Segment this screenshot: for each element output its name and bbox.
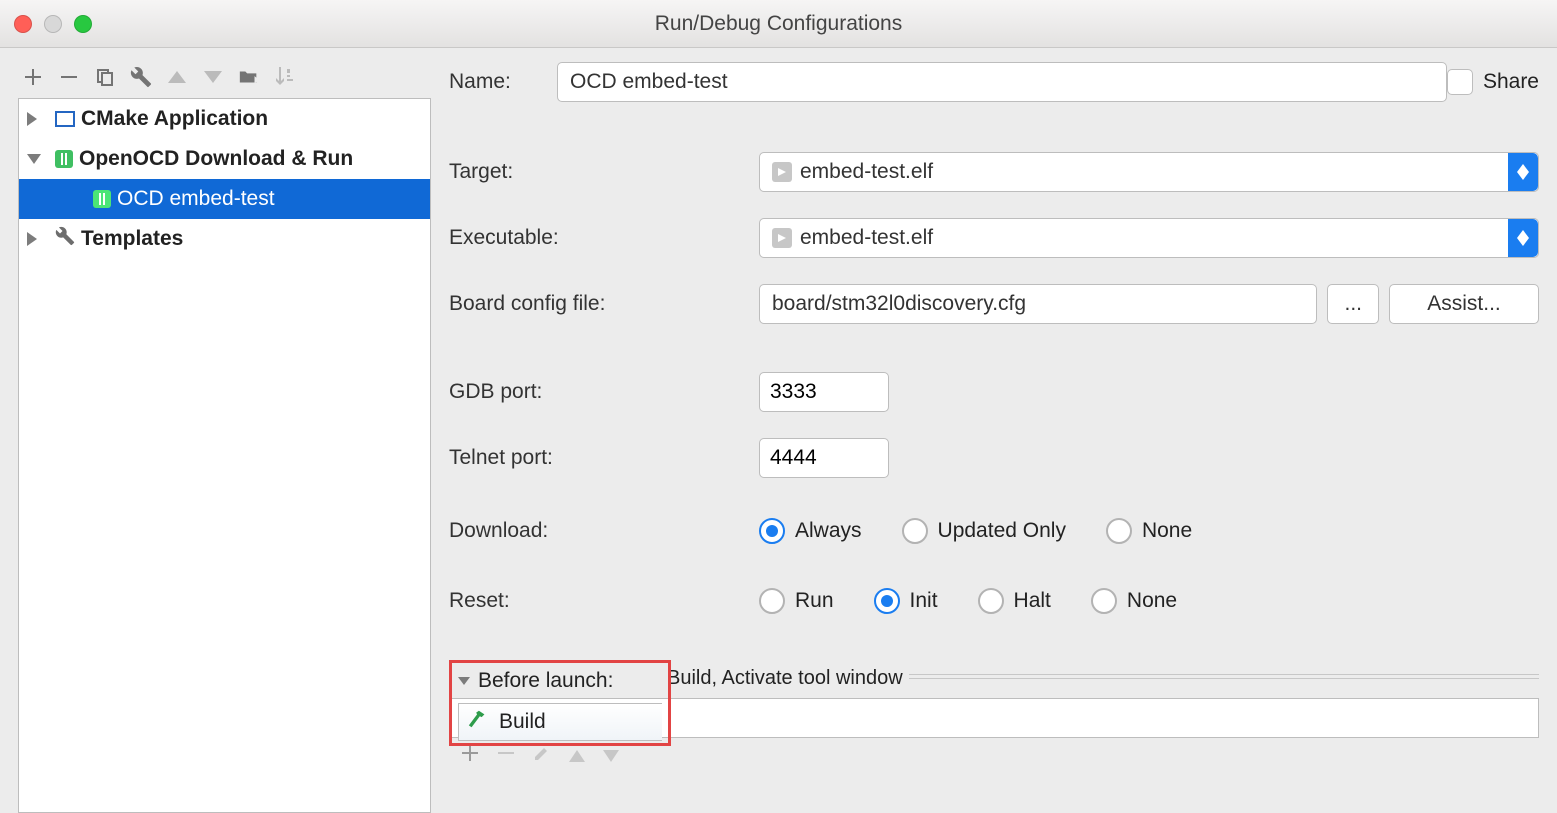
name-input[interactable] (557, 62, 1447, 102)
row-executable: Executable: embed-test.elf (449, 218, 1539, 258)
target-icon (772, 228, 792, 248)
gdb-label: GDB port: (449, 380, 759, 404)
reset-radio-run[interactable]: Run (759, 588, 834, 614)
window-close-button[interactable] (14, 15, 32, 33)
board-browse-button[interactable]: ... (1327, 284, 1379, 324)
wrench-icon (55, 226, 75, 252)
target-value: embed-test.elf (800, 160, 933, 184)
window-minimize-button[interactable] (44, 15, 62, 33)
board-config-input[interactable] (759, 284, 1317, 324)
share-checkbox[interactable] (1447, 69, 1473, 95)
config-toolbar (18, 62, 431, 98)
combo-arrows-icon (1508, 153, 1538, 191)
row-target: Target: embed-test.elf (449, 152, 1539, 192)
sort-button[interactable] (274, 66, 296, 88)
expand-icon (27, 112, 37, 126)
bl-remove-button[interactable] (497, 744, 515, 768)
highlight-box: Before launch: Build (449, 660, 671, 746)
download-radio-group: Always Updated Only None (759, 518, 1192, 544)
target-label: Target: (449, 160, 759, 184)
exec-label: Executable: (449, 226, 759, 250)
move-down-button[interactable] (202, 66, 224, 88)
row-download: Download: Always Updated Only None (449, 518, 1539, 544)
chip-icon (55, 150, 73, 168)
reset-radio-halt[interactable]: Halt (978, 588, 1051, 614)
title-bar: Run/Debug Configurations (0, 0, 1557, 48)
target-icon (772, 162, 792, 182)
combo-arrows-icon (1508, 219, 1538, 257)
before-launch-heading-full: Build, Activate tool window (659, 667, 909, 690)
hammer-icon (467, 708, 489, 736)
expand-icon (27, 232, 37, 246)
form-pane: Name: Share Target: embed-test.elf (449, 62, 1539, 813)
row-telnet-port: Telnet port: (449, 438, 1539, 478)
bl-up-button[interactable] (569, 744, 585, 768)
share-checkbox-group[interactable]: Share (1447, 69, 1539, 95)
reset-radio-init[interactable]: Init (874, 588, 938, 614)
edit-defaults-button[interactable] (130, 66, 152, 88)
tree-label: CMake Application (81, 107, 268, 131)
config-tree[interactable]: CMake Application OpenOCD Download & Run… (18, 98, 431, 813)
target-combo[interactable]: embed-test.elf (759, 152, 1539, 192)
remove-config-button[interactable] (58, 66, 80, 88)
executable-combo[interactable]: embed-test.elf (759, 218, 1539, 258)
row-board-config: Board config file: ... Assist... (449, 284, 1539, 324)
tree-node-templates[interactable]: Templates (19, 219, 430, 259)
window-controls (14, 15, 92, 33)
move-to-folder-button[interactable] (238, 66, 260, 88)
tree-node-cmake[interactable]: CMake Application (19, 99, 430, 139)
share-label: Share (1483, 70, 1539, 94)
board-label: Board config file: (449, 292, 749, 316)
download-radio-none[interactable]: None (1106, 518, 1192, 544)
reset-radio-none[interactable]: None (1091, 588, 1177, 614)
window-title: Run/Debug Configurations (0, 12, 1557, 36)
row-reset: Reset: Run Init Halt None (449, 588, 1539, 614)
exec-value: embed-test.elf (800, 226, 933, 250)
cmake-icon (55, 111, 75, 127)
bl-down-button[interactable] (603, 744, 619, 768)
board-assist-button[interactable]: Assist... (1389, 284, 1539, 324)
tree-node-openocd[interactable]: OpenOCD Download & Run (19, 139, 430, 179)
download-label: Download: (449, 519, 759, 543)
tree-label: OCD embed-test (117, 187, 275, 211)
before-launch-item[interactable]: Build (499, 710, 546, 734)
tree-node-ocd-embed-test[interactable]: OCD embed-test (19, 179, 430, 219)
collapse-icon[interactable] (458, 677, 470, 685)
copy-config-button[interactable] (94, 66, 116, 88)
before-launch-section: Before launch: Build Before launch: Buil… (449, 660, 1539, 774)
telnet-port-input[interactable] (759, 438, 889, 478)
left-pane: CMake Application OpenOCD Download & Run… (18, 62, 431, 813)
tree-label: Templates (81, 227, 183, 251)
download-radio-always[interactable]: Always (759, 518, 862, 544)
add-config-button[interactable] (22, 66, 44, 88)
bl-edit-button[interactable] (533, 744, 551, 768)
move-up-button[interactable] (166, 66, 188, 88)
row-gdb-port: GDB port: (449, 372, 1539, 412)
bl-add-button[interactable] (461, 744, 479, 768)
chip-icon (93, 190, 111, 208)
name-label: Name: (449, 70, 557, 94)
row-name: Name: Share (449, 62, 1539, 102)
gdb-port-input[interactable] (759, 372, 889, 412)
dialog-body: CMake Application OpenOCD Download & Run… (0, 48, 1557, 813)
telnet-label: Telnet port: (449, 446, 759, 470)
window-zoom-button[interactable] (74, 15, 92, 33)
tree-label: OpenOCD Download & Run (79, 147, 353, 171)
before-launch-heading-part: Before launch: (478, 669, 613, 693)
collapse-icon (27, 154, 41, 164)
download-radio-updated-only[interactable]: Updated Only (902, 518, 1066, 544)
reset-label: Reset: (449, 589, 759, 613)
reset-radio-group: Run Init Halt None (759, 588, 1177, 614)
